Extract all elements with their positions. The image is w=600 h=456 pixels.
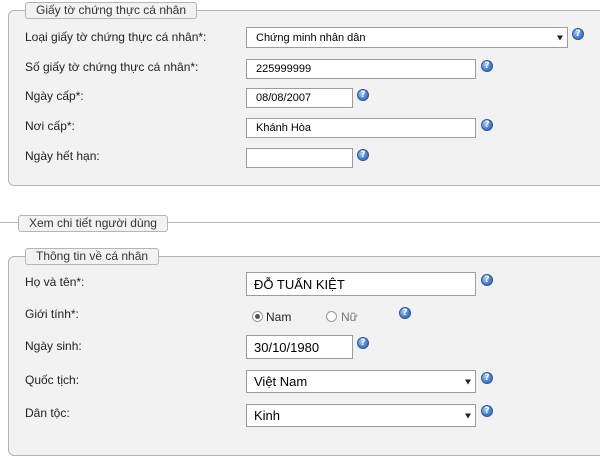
ethnicity-select[interactable]: Kinh <box>246 404 476 427</box>
expiry-label: Ngày hết hạn: <box>25 149 100 163</box>
issue-place-label: Nơi cấp*: <box>25 119 75 133</box>
doc-type-select[interactable]: Chứng minh nhân dân <box>246 27 568 48</box>
birthdate-input[interactable]: 30/10/1980 <box>246 335 353 359</box>
help-icon[interactable]: ? <box>357 149 369 161</box>
fullname-input[interactable]: ĐỖ TUẤN KIỆT <box>246 272 476 296</box>
help-icon[interactable]: ? <box>481 60 493 72</box>
help-icon[interactable]: ? <box>481 274 493 286</box>
help-icon[interactable]: ? <box>481 119 493 131</box>
help-icon[interactable]: ? <box>357 337 369 349</box>
personal-legend: Thông tin về cá nhân <box>25 248 160 265</box>
view-legend: Xem chi tiết người dùng <box>18 215 168 232</box>
chevron-down-icon <box>557 35 563 40</box>
nationality-label: Quốc tịch: <box>25 373 80 387</box>
gender-female-radio[interactable] <box>326 311 337 322</box>
help-icon[interactable]: ? <box>481 372 493 384</box>
chevron-down-icon <box>465 413 471 418</box>
nationality-value: Việt Nam <box>254 374 308 389</box>
gender-male-label: Nam <box>266 310 292 324</box>
issue-date-label: Ngày cấp*: <box>25 89 84 103</box>
ethnicity-value: Kinh <box>254 408 281 423</box>
chevron-down-icon <box>465 379 471 384</box>
doc-number-input[interactable]: 225999999 <box>246 59 476 79</box>
issue-date-input[interactable]: 08/08/2007 <box>246 88 353 108</box>
expiry-input[interactable] <box>246 148 353 168</box>
gender-female-label: Nữ <box>341 310 358 324</box>
identity-legend: Giấy tờ chứng thực cá nhân <box>25 2 198 19</box>
help-icon[interactable]: ? <box>357 89 369 101</box>
doc-number-label: Số giấy tờ chứng thực cá nhân*: <box>25 60 199 74</box>
help-icon[interactable]: ? <box>399 307 411 319</box>
help-icon[interactable]: ? <box>572 28 584 40</box>
issue-place-input[interactable]: Khánh Hòa <box>246 118 476 138</box>
doc-type-value: Chứng minh nhân dân <box>256 31 366 44</box>
nationality-select[interactable]: Việt Nam <box>246 370 476 393</box>
ethnicity-label: Dân tộc: <box>25 406 70 420</box>
help-icon[interactable]: ? <box>481 405 493 417</box>
gender-label: Giới tính*: <box>25 307 79 321</box>
birthdate-label: Ngày sinh: <box>25 339 82 353</box>
fullname-label: Họ và tên*: <box>25 275 85 289</box>
gender-male-radio[interactable] <box>252 311 263 322</box>
doc-type-label: Loại giấy tờ chứng thực cá nhân*: <box>25 30 207 44</box>
